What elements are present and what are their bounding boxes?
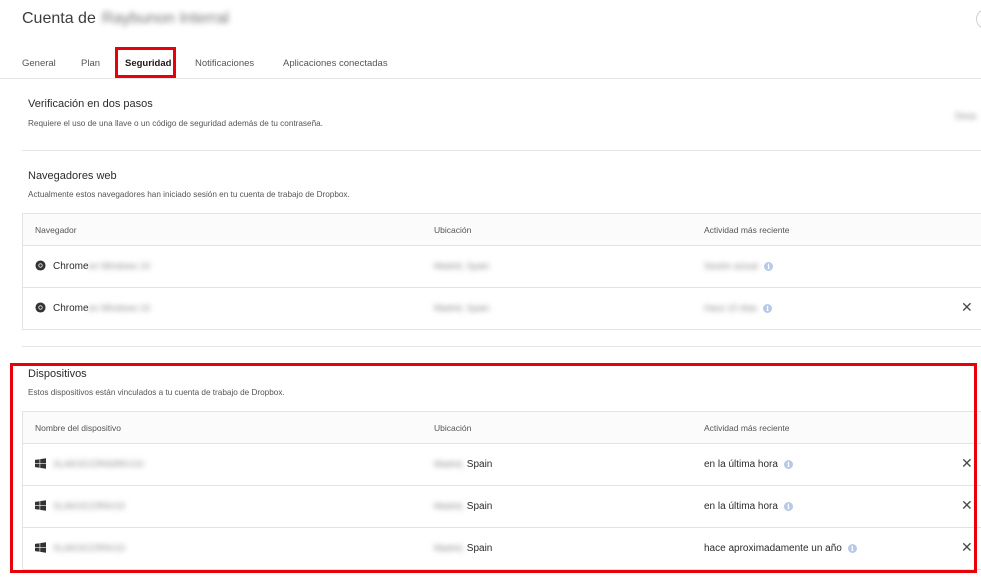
browser-name: Chrome (53, 261, 89, 272)
page-title-prefix: Cuenta de (22, 10, 96, 27)
chrome-icon (35, 302, 46, 313)
remove-browser-button[interactable]: ✕ (961, 300, 973, 314)
tab-plan[interactable]: Plan (81, 58, 100, 69)
table-row: Chromeen Windows 10 Madrid, Spain Hace 1… (23, 288, 981, 329)
two-step-status[interactable]: Desa (955, 111, 976, 121)
browser-cell: Chromeen Windows 10 (53, 303, 150, 314)
browser-detail: en Windows 10 (88, 261, 151, 271)
tab-highlight-annotation (115, 47, 176, 78)
info-icon[interactable]: i (763, 304, 773, 313)
tab-general[interactable]: General (22, 58, 56, 69)
browser-name: Chrome (53, 303, 89, 314)
page-title: Cuenta de Raybunon Interral (22, 10, 229, 28)
divider (22, 346, 981, 347)
table-header: Navegador Ubicación Actividad más recien… (23, 214, 981, 246)
location-value: Madrid, Spain (434, 261, 490, 271)
column-location: Ubicación (434, 225, 472, 235)
browser-detail: en Windows 10 (88, 303, 151, 313)
column-activity: Actividad más reciente (704, 225, 790, 235)
tab-notificaciones[interactable]: Notificaciones (195, 58, 254, 69)
two-step-title: Verificación en dos pasos (28, 98, 153, 110)
browser-cell: Chromeen Windows 10 (53, 261, 150, 272)
activity-value: Sesión actual (704, 261, 759, 271)
location-cell: Madrid, Spain (434, 261, 490, 272)
column-browser: Navegador (35, 225, 77, 235)
table-row: Chromeen Windows 10 Madrid, Spain Sesión… (23, 246, 981, 288)
tab-aplicaciones-conectadas[interactable]: Aplicaciones conectadas (283, 58, 388, 69)
activity-cell: Sesión actual i (704, 261, 774, 272)
divider (22, 150, 981, 151)
account-name: Raybunon Interral (101, 10, 230, 27)
browsers-table: Navegador Ubicación Actividad más recien… (22, 213, 981, 330)
activity-cell: Hace 10 días i (704, 303, 773, 314)
location-value: Madrid, Spain (434, 303, 490, 313)
account-menu-icon[interactable] (976, 9, 981, 29)
activity-value: Hace 10 días (704, 303, 758, 313)
devices-highlight-annotation (10, 363, 977, 573)
location-cell: Madrid, Spain (434, 303, 490, 314)
info-icon[interactable]: i (764, 262, 774, 271)
browsers-title: Navegadores web (28, 170, 117, 182)
chrome-icon (35, 260, 46, 271)
browsers-description: Actualmente estos navegadores han inicia… (28, 190, 350, 199)
two-step-description: Requiere el uso de una llave o un código… (28, 119, 323, 128)
